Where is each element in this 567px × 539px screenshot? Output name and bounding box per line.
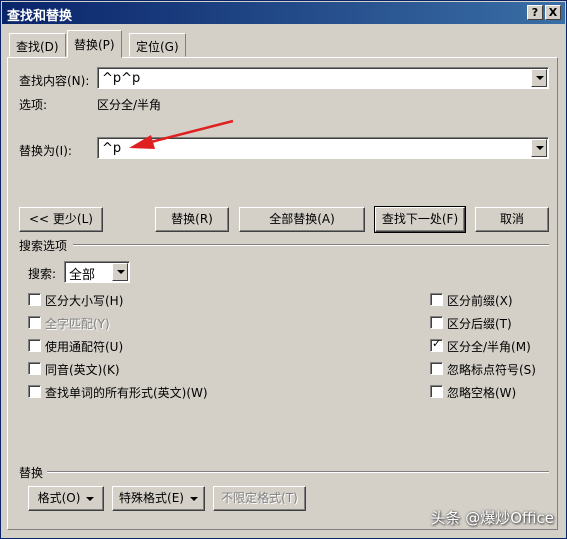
replace-panel <box>7 57 558 530</box>
help-button[interactable]: ? <box>527 5 543 20</box>
tab-find[interactable]: 查找(D) <box>9 33 66 57</box>
close-button[interactable]: X <box>545 5 561 20</box>
watermark: 头条 @爆炒Office <box>430 509 554 527</box>
window-title: 查找和替换 <box>7 9 73 24</box>
tab-replace[interactable]: 替换(P) <box>67 30 122 58</box>
find-replace-dialog: 查找和替换 ? X 查找(D) 替换(P) 定位(G) 查找内容(N): ^p^… <box>0 0 567 539</box>
title-bar: 查找和替换 ? X <box>2 2 565 24</box>
red-arrow-annotation-icon <box>129 119 234 149</box>
tab-goto[interactable]: 定位(G) <box>129 33 186 57</box>
